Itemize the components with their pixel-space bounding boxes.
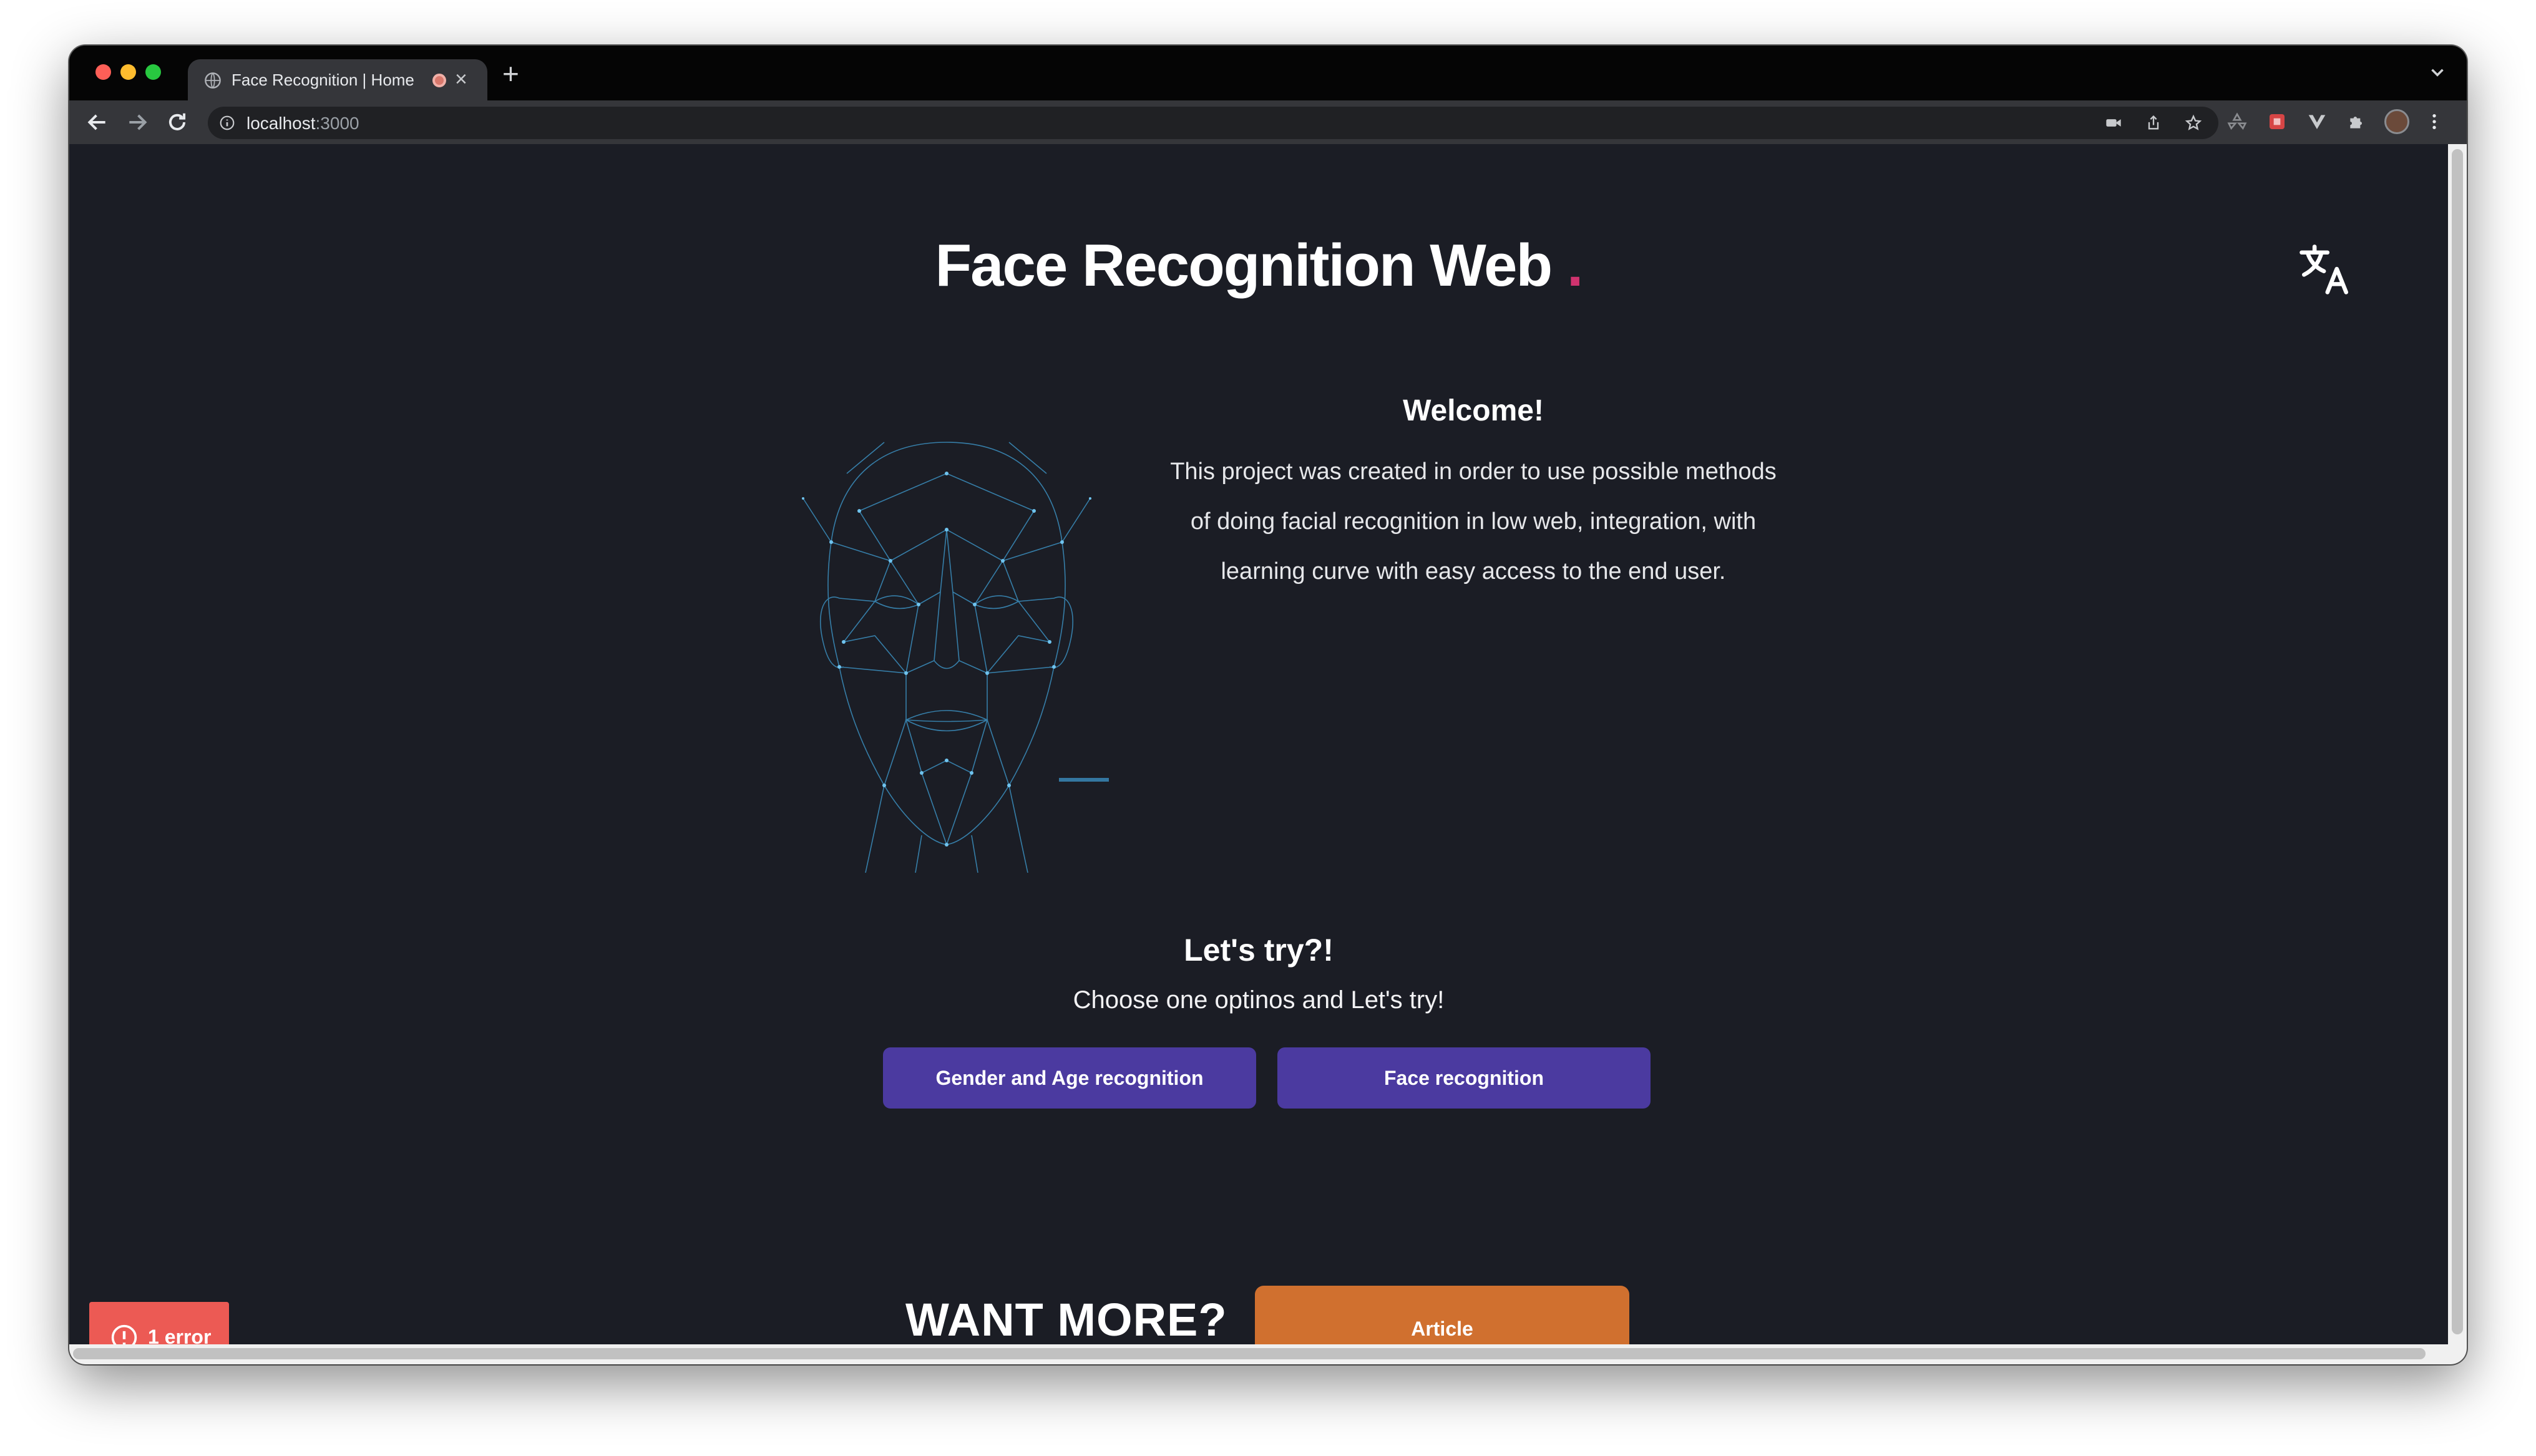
info-icon[interactable] <box>219 115 235 131</box>
error-count-label: 1 error <box>148 1326 212 1344</box>
face-mesh-illustration <box>802 442 1109 873</box>
new-tab-button[interactable]: + <box>502 58 519 89</box>
reload-icon[interactable] <box>165 110 189 134</box>
address-bar[interactable]: localhost:3000 <box>208 107 2218 139</box>
window-minimize-button[interactable] <box>120 64 136 80</box>
horizontal-scrollbar-thumb[interactable] <box>73 1348 2426 1359</box>
url-text: localhost:3000 <box>246 114 359 133</box>
error-badge[interactable]: 1 error <box>89 1302 229 1344</box>
red-extension-icon[interactable] <box>2267 112 2287 132</box>
gender-age-recognition-button[interactable]: Gender and Age recognition <box>883 1047 1256 1109</box>
puzzle-extensions-icon[interactable] <box>2347 112 2367 132</box>
face-recognition-button[interactable]: Face recognition <box>1277 1047 1651 1109</box>
horizontal-scrollbar[interactable] <box>69 1344 2467 1364</box>
browser-toolbar: localhost:3000 <box>69 100 2467 144</box>
translate-icon[interactable] <box>2297 241 2353 297</box>
vue-devtools-icon[interactable] <box>2307 112 2327 132</box>
recycle-extension-icon[interactable] <box>2227 112 2247 132</box>
want-more-heading: WANT MORE? <box>905 1294 1227 1344</box>
camera-icon[interactable] <box>2105 114 2122 132</box>
welcome-section: Welcome! This project was created in ord… <box>1168 394 1779 596</box>
title-accent-dot: . <box>1566 232 1584 299</box>
welcome-description: This project was created in order to use… <box>1170 459 1777 585</box>
window-zoom-button[interactable] <box>145 64 161 80</box>
back-arrow-icon[interactable] <box>85 110 109 134</box>
profile-avatar[interactable] <box>2384 109 2409 134</box>
browser-tab[interactable]: Face Recognition | Home × <box>188 59 487 100</box>
page-viewport: Face Recognition Web . Welcome! This pro… <box>69 144 2448 1344</box>
kebab-menu-icon[interactable] <box>2424 112 2444 132</box>
vertical-scrollbar[interactable] <box>2448 144 2467 1344</box>
bookmark-star-icon[interactable] <box>2185 114 2202 132</box>
vertical-scrollbar-thumb[interactable] <box>2452 149 2463 1334</box>
alert-circle-icon <box>111 1324 137 1344</box>
article-button[interactable]: Article <box>1255 1286 1629 1344</box>
try-subtitle: Choose one optinos and Let's try! <box>1073 986 1445 1014</box>
try-heading: Let's try?! <box>1184 933 1334 968</box>
recording-indicator-icon <box>432 74 446 87</box>
globe-icon <box>205 72 221 89</box>
tab-title: Face Recognition | Home <box>232 70 414 89</box>
browser-window: Face Recognition | Home × + localhost:30… <box>69 46 2467 1364</box>
page-title: Face Recognition Web . <box>935 232 1584 299</box>
forward-arrow-icon[interactable] <box>125 110 149 134</box>
window-close-button[interactable] <box>95 64 111 80</box>
chevron-down-icon[interactable] <box>2427 62 2448 83</box>
tab-strip: Face Recognition | Home × + <box>69 46 2467 100</box>
welcome-heading: Welcome! <box>1403 394 1544 427</box>
close-tab-button[interactable]: × <box>455 67 467 92</box>
share-icon[interactable] <box>2145 114 2162 132</box>
